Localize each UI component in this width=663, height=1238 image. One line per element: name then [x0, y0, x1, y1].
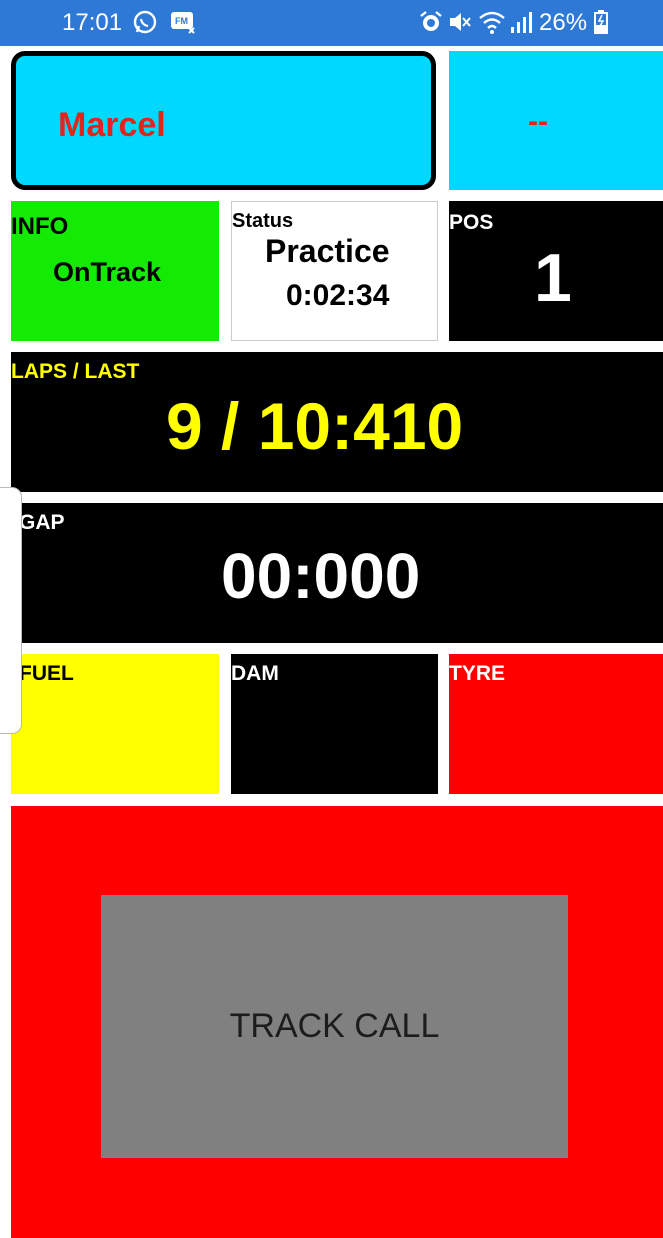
track-call-area: TRACK CALL	[11, 806, 663, 1238]
clock: 17:01	[62, 9, 123, 36]
secondary-panel[interactable]: --	[449, 51, 663, 190]
driver-panel[interactable]: Marcel	[11, 51, 436, 190]
gap-value: 00:000	[221, 540, 421, 612]
system-status-bar: 17:01 FM 26%	[0, 0, 663, 46]
session-time: 0:02:34	[286, 279, 390, 312]
position-label: POS	[449, 211, 494, 234]
svg-text:FM: FM	[175, 16, 188, 26]
secondary-value: --	[528, 105, 548, 138]
tyre-label: TYRE	[449, 662, 506, 685]
tyre-panel[interactable]: TYRE	[449, 654, 663, 794]
info-label: INFO	[11, 213, 69, 240]
fuel-panel[interactable]: FUEL	[11, 654, 219, 794]
position-value: 1	[534, 240, 572, 316]
session-type: Practice	[265, 233, 390, 269]
fuel-label: FUEL	[19, 662, 74, 685]
battery-level: 26%	[539, 9, 588, 36]
info-panel[interactable]: INFO OnTrack	[11, 201, 219, 341]
status-panel[interactable]: Status Practice 0:02:34	[231, 201, 438, 341]
wifi-icon	[478, 9, 506, 41]
edge-panel-handle[interactable]	[0, 487, 22, 734]
gap-label: GAP	[19, 511, 65, 534]
signal-icon	[508, 9, 534, 41]
laps-value: 9 / 10:410	[166, 389, 464, 463]
damage-panel[interactable]: DAM	[231, 654, 438, 794]
alarm-icon	[418, 9, 444, 41]
position-panel[interactable]: POS 1	[449, 201, 663, 341]
info-value: OnTrack	[53, 257, 162, 287]
track-call-button[interactable]: TRACK CALL	[101, 895, 568, 1158]
driver-name: Marcel	[58, 106, 166, 144]
gap-panel[interactable]: GAP 00:000	[11, 503, 663, 643]
fm-radio-icon: FM	[169, 9, 197, 41]
status-label: Status	[232, 210, 294, 232]
battery-charging-icon	[594, 9, 608, 41]
mute-icon	[447, 9, 473, 41]
whatsapp-icon	[132, 9, 158, 41]
laps-panel[interactable]: LAPS / LAST 9 / 10:410	[11, 352, 663, 492]
laps-label: LAPS / LAST	[11, 360, 140, 383]
damage-label: DAM	[231, 662, 279, 685]
